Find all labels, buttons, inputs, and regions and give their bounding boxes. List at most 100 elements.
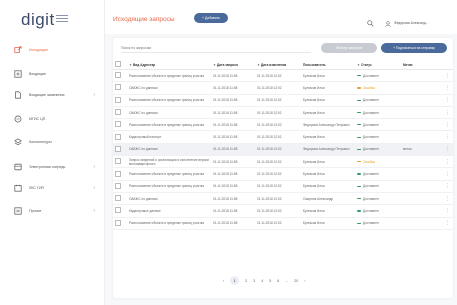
table-row[interactable]: Расположение объекта в пределах границ у…: [113, 180, 453, 193]
table-row[interactable]: Расположение объекта в пределах границ у…: [113, 167, 453, 181]
cell-type: Расположение объекта в пределах границ у…: [127, 180, 211, 193]
cell-tag: [401, 204, 441, 218]
subscribe-button[interactable]: + Подписаться на отправку: [381, 43, 447, 53]
column-header-date[interactable]: ▼Дата запроса: [211, 60, 255, 70]
status-text: Доставлен: [363, 147, 379, 152]
row-checkbox[interactable]: [113, 118, 127, 132]
filter-icon[interactable]: ▼: [357, 63, 360, 67]
add-request-button[interactable]: + Добавить: [194, 13, 228, 23]
select-all-checkbox[interactable]: [113, 60, 127, 70]
table-row[interactable]: ОАКЖС по данным 01.11.2018 11:58 01.11.201…: [113, 81, 453, 95]
table-row[interactable]: Запрос сведений о организации и исполнен…: [113, 155, 453, 169]
list-icon: [13, 207, 22, 216]
cell-user: Федорова Александр Петрович: [301, 143, 355, 157]
pagination-page[interactable]: 20: [294, 279, 298, 283]
filter-button[interactable]: Фильтр запросов: [321, 43, 377, 53]
table-row[interactable]: ОАКЖС по данным 01.11.2018 11:58 01.11.201…: [113, 106, 453, 120]
row-menu-icon[interactable]: ⋮: [441, 180, 453, 193]
status-text: Доставлен: [363, 73, 379, 78]
sidebar-item-label: ЛКС ГИП: [29, 186, 45, 190]
table-row[interactable]: Расположение объекта в пределах границ у…: [113, 94, 453, 107]
row-checkbox[interactable]: [113, 180, 127, 193]
column-header-user[interactable]: Пользователь: [301, 60, 355, 70]
row-checkbox[interactable]: [113, 204, 127, 218]
sidebar: digit Исходящие Входящие Входящие заявлени…: [0, 0, 105, 305]
cell-type: ОАКЖС по данным: [127, 106, 211, 120]
table-row[interactable]: ОАКЖС по данным 01.11.2018 11:58 01.11.201…: [113, 192, 453, 206]
status-text: Доставлен: [363, 135, 379, 140]
row-checkbox[interactable]: [113, 130, 127, 144]
filter-icon[interactable]: ▼: [257, 63, 260, 67]
row-menu-icon[interactable]: ⋮: [441, 106, 453, 120]
column-header-tags[interactable]: Метки: [401, 60, 441, 70]
cell-date: 01.11.2018 11:58: [211, 106, 255, 120]
row-menu-icon[interactable]: ⋮: [441, 167, 453, 181]
cell-tag: [401, 217, 441, 230]
sidebar-item-0[interactable]: Исходящие: [0, 42, 104, 58]
row-checkbox[interactable]: [113, 143, 127, 157]
pagination-prev-icon[interactable]: ‹: [223, 279, 224, 283]
table-row[interactable]: Кадастровый паспорт 01.11.2018 11:58 01.11…: [113, 130, 453, 144]
pagination-page[interactable]: 6: [277, 279, 279, 283]
row-menu-icon[interactable]: ⋮: [441, 81, 453, 95]
pagination-page[interactable]: 4: [261, 279, 263, 283]
column-header-status[interactable]: ▼Статус: [355, 60, 401, 70]
row-menu-icon[interactable]: ⋮: [441, 204, 453, 218]
cell-status: Ошибка: [355, 81, 401, 95]
column-header-type[interactable]: ▼Вид Адрестар: [127, 60, 211, 70]
user-menu[interactable]: Федорова Александ...: [385, 14, 429, 32]
row-menu-icon[interactable]: ⋮: [441, 217, 453, 230]
search-input[interactable]: [121, 44, 311, 53]
pagination-next-icon[interactable]: ›: [304, 279, 305, 283]
cell-date: 01.11.2018 11:58: [211, 69, 255, 83]
status-text: Доставлен: [363, 172, 379, 177]
filter-icon[interactable]: ▼: [129, 63, 132, 67]
status-indicator-icon: [357, 148, 361, 151]
sidebar-item-7[interactable]: Прочие ›: [0, 203, 104, 219]
row-checkbox[interactable]: [113, 106, 127, 120]
cell-changed: 01.11.2018 12:02: [255, 155, 301, 169]
row-checkbox[interactable]: [113, 155, 127, 169]
cell-type: Запрос сведений о организации и исполнен…: [127, 155, 211, 169]
row-menu-icon[interactable]: ⋮: [441, 130, 453, 144]
pagination-page[interactable]: 1: [230, 276, 240, 285]
filter-icon[interactable]: ▼: [213, 63, 216, 67]
row-menu-icon[interactable]: ⋮: [441, 143, 453, 157]
cell-user: Булгаков Илья: [301, 81, 355, 95]
sidebar-item-6[interactable]: ЛКС ГИП ›: [0, 180, 104, 196]
row-checkbox[interactable]: [113, 167, 127, 181]
row-checkbox[interactable]: [113, 192, 127, 206]
column-header-changed[interactable]: ▼Дата изменения: [255, 60, 301, 70]
pagination-page[interactable]: 3: [253, 279, 255, 283]
row-checkbox[interactable]: [113, 217, 127, 230]
row-checkbox[interactable]: [113, 81, 127, 95]
global-search-icon[interactable]: [367, 14, 374, 32]
pagination-page: ...: [285, 278, 289, 283]
row-checkbox[interactable]: [113, 94, 127, 107]
row-menu-icon[interactable]: ⋮: [441, 69, 453, 83]
cell-status: Доставлен: [355, 130, 401, 144]
sidebar-item-2[interactable]: Входящие заявления ›: [0, 87, 104, 103]
sidebar-item-5[interactable]: Электронная очередь ›: [0, 159, 104, 175]
cell-type: Расположение объекта в пределах границ у…: [127, 167, 211, 181]
cell-changed: 01.11.2018 12:02: [255, 94, 301, 107]
sidebar-item-label: Прочие: [29, 209, 42, 213]
table-row[interactable]: ОАКЖС по данным 01.11.2018 11:58 01.11.201…: [113, 143, 453, 157]
table-row[interactable]: Расположение объекта в пределах границ у…: [113, 118, 453, 132]
sidebar-item-1[interactable]: Входящие: [0, 66, 104, 82]
table-row[interactable]: Кадастровые данные 01.11.2018 11:58 01.11.…: [113, 204, 453, 218]
pagination-page[interactable]: 5: [269, 279, 271, 283]
row-menu-icon[interactable]: ⋮: [441, 192, 453, 206]
table-row[interactable]: Расположение объекта в пределах границ у…: [113, 217, 453, 230]
sidebar-item-3[interactable]: МГИС ЦП: [0, 111, 104, 127]
table-row[interactable]: Расположение объекта в пределах границ у…: [113, 69, 453, 83]
cell-changed: 01.11.2018 12:02: [255, 106, 301, 120]
row-menu-icon[interactable]: ⋮: [441, 118, 453, 132]
row-menu-icon[interactable]: ⋮: [441, 94, 453, 107]
cell-date: 01.11.2018 11:58: [211, 118, 255, 132]
sidebar-item-4[interactable]: Конъюнктуры: [0, 134, 104, 150]
status-indicator-icon: [357, 99, 361, 101]
row-menu-icon[interactable]: ⋮: [441, 155, 453, 169]
pagination-page[interactable]: 2: [245, 279, 247, 283]
row-checkbox[interactable]: [113, 69, 127, 83]
